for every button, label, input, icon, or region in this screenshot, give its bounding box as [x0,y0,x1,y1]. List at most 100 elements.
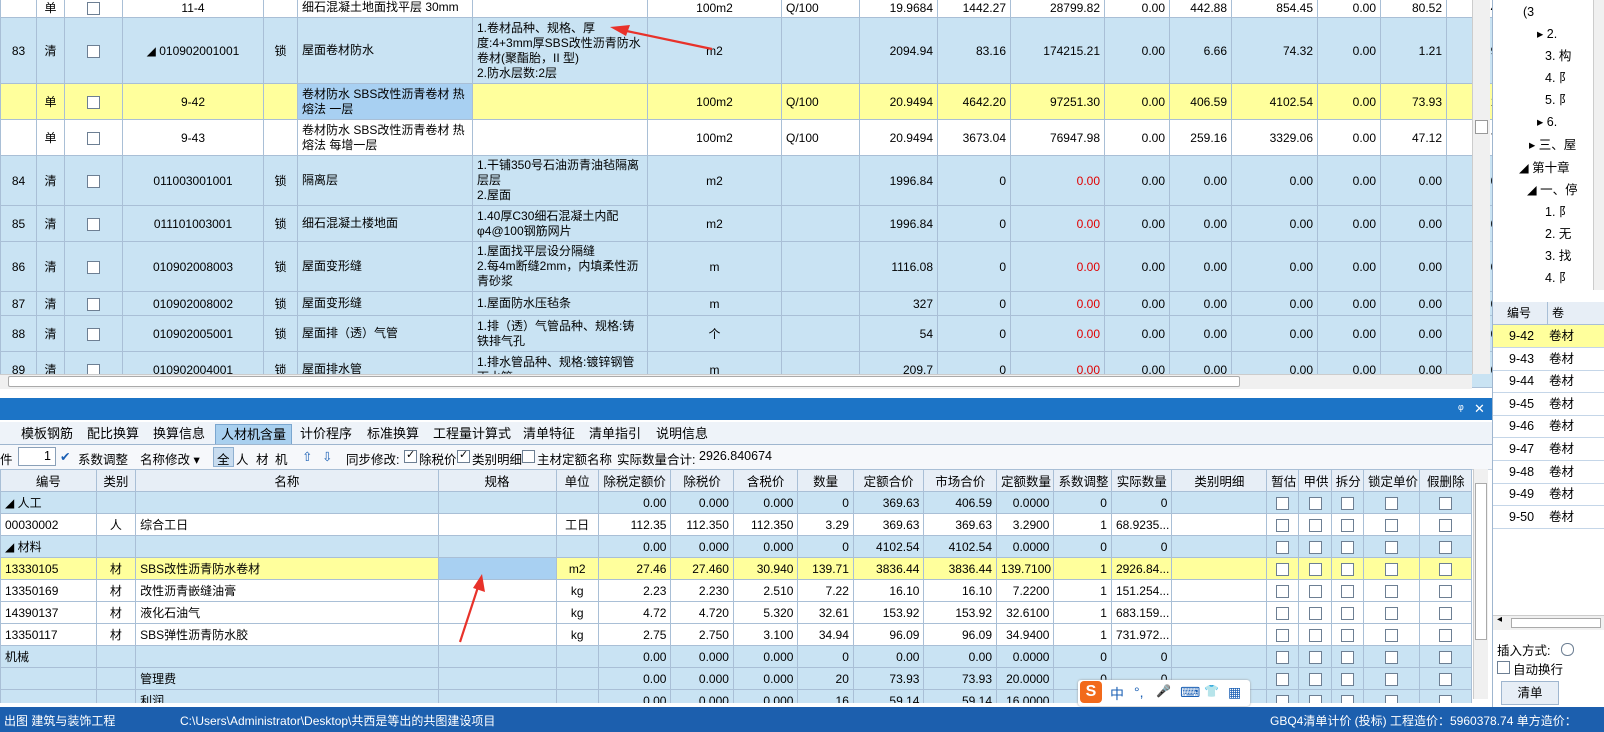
resource-flag-cell[interactable] [1330,645,1364,668]
resource-t2[interactable]: 4102.54 [923,535,998,558]
row-col-1[interactable]: 0.00 [1104,205,1170,242]
resource-name[interactable]: 液化石油气 [135,601,439,624]
resource-flag-checkbox[interactable] [1439,650,1453,664]
row-type[interactable]: 清 [36,291,65,316]
row-name[interactable]: 屋面卷材防水 [297,17,473,84]
resource-type[interactable] [95,491,137,514]
resource-p1[interactable]: 2.23 [597,579,672,602]
close-icon[interactable]: ✕ [1474,401,1485,417]
resource-category-detail[interactable] [1171,623,1268,646]
row-total[interactable]: 174215.21 [1010,17,1105,84]
resource-p2[interactable]: 112.350 [670,513,734,536]
resource-flag-cell[interactable] [1330,557,1364,580]
bill-row[interactable]: 85 清 011101003001 锁细石混凝土楼地面 1.40厚C30细石混凝土内配φ… [0,205,1510,242]
resource-t2[interactable]: 406.59 [923,491,998,514]
resource-flag-checkbox[interactable] [1439,694,1453,703]
resource-coef[interactable]: 1 [1053,579,1112,602]
resource-flag-checkbox[interactable] [1439,584,1453,598]
resource-aq[interactable]: 0 [1110,645,1173,668]
row-col-1[interactable]: 0.00 [1104,291,1170,316]
resource-t2[interactable]: 59.14 [923,689,998,703]
resource-unit[interactable] [555,491,599,514]
row-quantity[interactable]: 327 [859,291,938,316]
row-col-4[interactable]: 0.00 [1317,83,1381,120]
row-col-1[interactable]: 0.00 [1104,0,1170,18]
tree-node[interactable]: ◢ 一、停 [1493,179,1604,201]
resource-flag-checkbox[interactable] [1308,540,1322,554]
row-seq[interactable]: 86 [0,241,37,292]
resource-dq[interactable]: 0.0000 [996,535,1055,558]
row-quantity[interactable]: 20.9494 [859,119,938,156]
row-col-2[interactable]: 0.00 [1169,155,1232,206]
row-code[interactable]: 9-42 [122,83,264,120]
resource-category-detail[interactable] [1171,513,1268,536]
resource-p3[interactable]: 5.320 [732,601,799,624]
row-total[interactable]: 0.00 [1010,241,1105,292]
resource-name[interactable]: 利润 [135,689,439,703]
row-coeff-expr[interactable] [781,315,860,352]
resource-row[interactable]: 14390137 材液化石油气 kg 4.72 4.720 5.320 32.61 153.9… [0,601,1472,624]
resource-qty[interactable]: 7.22 [797,579,854,602]
row-lock[interactable]: 锁 [263,17,298,84]
resource-row[interactable]: 管理费 0.00 0.000 0.000 20 73.93 73.93 20.0000 0 0 [0,667,1472,690]
column-header[interactable]: 数量 [797,469,854,492]
row-code[interactable]: 011101003001 [122,205,264,242]
resource-flag-checkbox[interactable] [1308,650,1322,664]
row-name[interactable]: 屋面排（透）气管 [297,315,473,352]
resource-flag-checkbox[interactable] [1340,628,1354,642]
bill-row[interactable]: 单 9-42 卷材防水 SBS改性沥青卷材 热熔法 一层 100m2 Q/100 20.9… [0,83,1510,120]
row-unit-price[interactable]: 0 [937,205,1011,242]
row-col-4[interactable]: 0.00 [1317,291,1381,316]
row-unit-price[interactable]: 4642.20 [937,83,1011,120]
tree-node[interactable]: ▸ 2. [1493,23,1604,45]
resource-flag-cell[interactable] [1362,689,1421,703]
resource-flag-checkbox[interactable] [1385,496,1399,510]
resource-flag-checkbox[interactable] [1276,672,1290,686]
resource-row[interactable]: 13350169 材改性沥青嵌缝油膏 kg 2.23 2.230 2.510 7.22 16.… [0,579,1472,602]
row-unit[interactable]: 100m2 [647,119,782,156]
resource-flag-cell[interactable] [1298,623,1332,646]
row-select-checkbox[interactable] [87,217,100,231]
top-vertical-scroll-thumb[interactable] [1475,120,1488,134]
resource-type[interactable] [95,535,137,558]
resource-type[interactable]: 人 [95,513,137,536]
row-select-checkbox[interactable] [87,297,100,311]
resource-t2[interactable]: 73.93 [923,667,998,690]
row-col-3[interactable]: 0.00 [1231,291,1318,316]
resource-flag-checkbox[interactable] [1276,540,1290,554]
resource-flag-checkbox[interactable] [1385,562,1399,576]
resource-flag-checkbox[interactable] [1385,518,1399,532]
resource-flag-checkbox[interactable] [1308,672,1322,686]
resource-aq[interactable]: 68.9235... [1110,513,1173,536]
resource-t2[interactable]: 0.00 [923,645,998,668]
resource-t1[interactable]: 3836.44 [852,557,925,580]
row-unit-price[interactable]: 0 [937,315,1011,352]
resource-spec[interactable] [437,535,557,558]
resource-aq[interactable]: 151.254... [1110,579,1173,602]
sync-tax-excluded-checkbox[interactable]: ✓ [404,449,417,464]
sync-category-checkbox[interactable]: ✓ [457,449,470,464]
resource-flag-cell[interactable] [1266,513,1300,536]
resource-coef[interactable]: 0 [1053,535,1112,558]
column-header[interactable]: 假删除 [1419,469,1472,492]
resource-type[interactable]: 材 [95,601,137,624]
quota-list-hscrollbar[interactable]: ◂ [1493,614,1604,630]
resource-coef[interactable]: 1 [1053,513,1112,536]
resource-p1[interactable]: 0.00 [597,645,672,668]
row-checkbox[interactable] [64,83,123,120]
row-lock[interactable]: 锁 [263,315,298,352]
resource-code[interactable]: 13330105 [0,557,97,580]
row-seq[interactable]: 88 [0,315,37,352]
row-col-5[interactable]: 80.52 [1380,0,1447,18]
row-name[interactable]: 细石混凝土楼地面 [297,205,473,242]
row-code[interactable]: 010902008003 [122,241,264,292]
tree-node[interactable]: ◢ 第十章 [1493,157,1604,179]
resource-category-detail[interactable] [1171,579,1268,602]
row-col-5[interactable]: 73.93 [1380,83,1447,120]
bill-row[interactable]: 88 清 010902005001 锁屋面排（透）气管 1.排（透）气管品种、规格:铸铁… [0,315,1510,352]
row-type[interactable]: 单 [36,119,65,156]
filter-labor[interactable]: 人 [236,449,249,468]
punctuation-icon[interactable]: °, [1134,684,1144,700]
move-up-icon[interactable]: ⇧ [302,449,312,464]
scroll-left-icon[interactable]: ◂ [1497,614,1502,625]
